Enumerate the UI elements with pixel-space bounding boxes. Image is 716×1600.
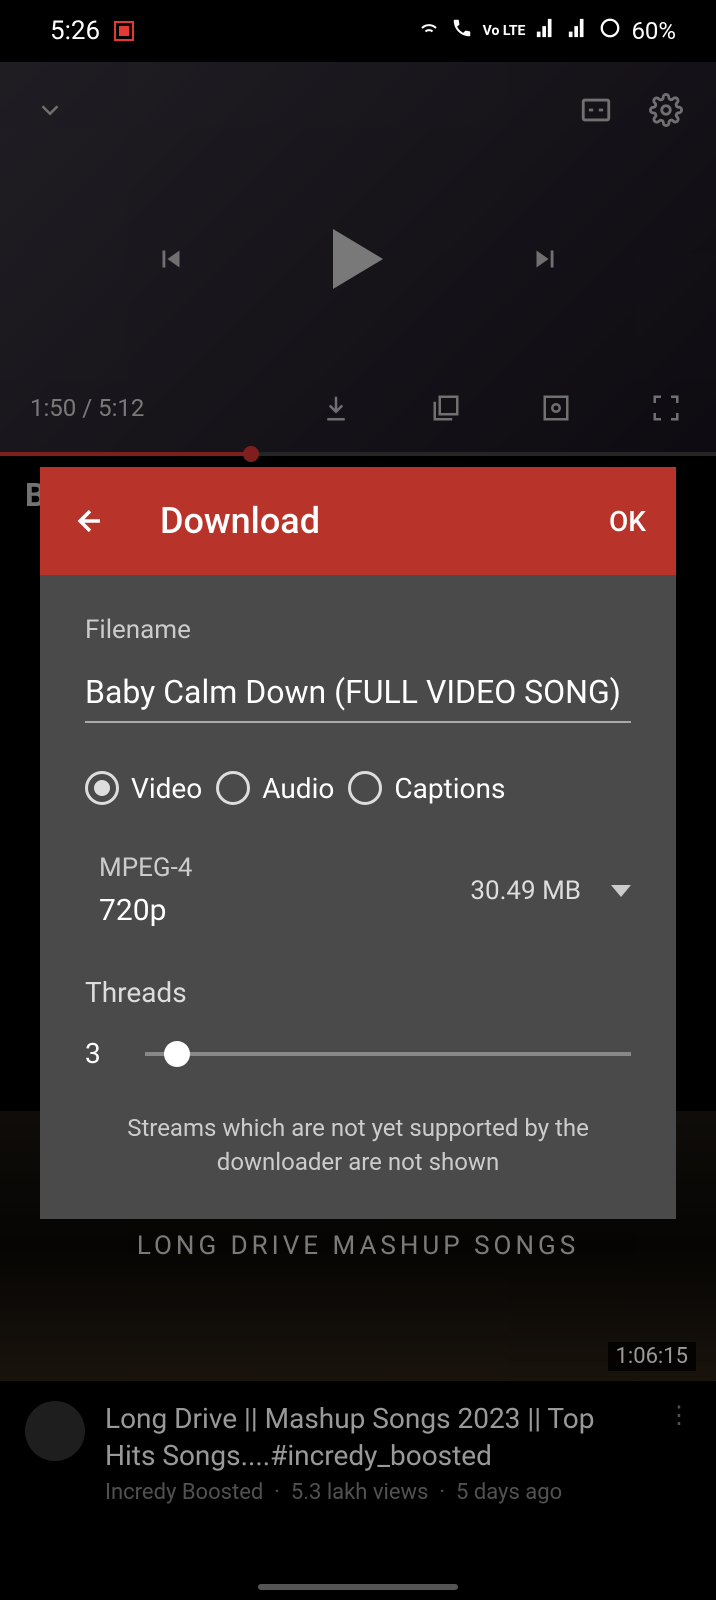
captions-toggle-icon[interactable] [576,90,616,130]
status-time: 5:26 [50,16,100,46]
volte-icon: Vo LTE [483,23,526,39]
signal-icon-2 [567,17,589,45]
radio-video[interactable]: Video [85,771,202,805]
related-duration: 1:06:15 [608,1342,696,1371]
wifi-icon [417,16,441,46]
download-icon[interactable] [316,388,356,428]
format-selector[interactable]: MPEG-4 720p 30.49 MB [85,853,631,928]
related-title[interactable]: Long Drive || Mashup Songs 2023 || Top H… [105,1401,647,1474]
filename-input[interactable] [85,673,631,723]
previous-track-button[interactable] [151,239,191,279]
play-button[interactable] [333,229,383,289]
format-codec: MPEG-4 [99,853,192,883]
player-time: 1:50 / 5:12 [30,394,144,422]
battery-icon [599,17,621,45]
related-meta: Incredy Boosted · 5.3 lakh views · 5 day… [105,1480,647,1505]
battery-pct: 60% [631,17,676,45]
threads-value: 3 [85,1037,105,1070]
radio-audio[interactable]: Audio [216,771,334,805]
next-track-button[interactable] [525,239,565,279]
format-size: 30.49 MB [470,876,581,906]
settings-icon[interactable] [646,90,686,130]
filename-label: Filename [85,615,631,645]
download-dialog: Download OK Filename Video Audio Caption… [40,467,676,1219]
popup-icon[interactable] [536,388,576,428]
signal-icon-1 [535,17,557,45]
chevron-down-icon[interactable] [611,885,631,897]
fullscreen-icon[interactable] [646,388,686,428]
radio-captions[interactable]: Captions [348,771,505,805]
collapse-player-button[interactable] [30,90,70,130]
dialog-title: Download [160,500,559,542]
dialog-note: Streams which are not yet supported by t… [85,1112,631,1179]
video-player: 1:50 / 5:12 [0,62,716,456]
threads-label: Threads [85,976,631,1009]
back-button[interactable] [70,501,110,541]
format-resolution: 720p [99,893,192,928]
wifi-call-icon [451,17,473,45]
ok-button[interactable]: OK [609,505,646,538]
playlist-icon[interactable] [426,388,466,428]
more-options-icon[interactable]: ⋮ [667,1401,691,1429]
channel-avatar[interactable] [25,1401,85,1461]
status-bar: 5:26 Vo LTE 60% [0,0,716,62]
nav-handle[interactable] [258,1584,458,1590]
record-icon [114,21,134,41]
threads-slider[interactable] [145,1052,631,1056]
